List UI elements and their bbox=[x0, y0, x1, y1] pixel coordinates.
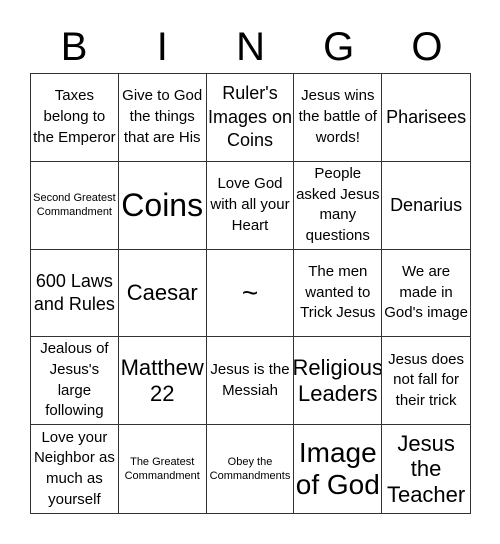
bingo-cell-text: Love God with all your Heart bbox=[210, 175, 290, 234]
bingo-cell-text: Jesus wins the battle of words! bbox=[298, 87, 377, 146]
bingo-cell[interactable]: The men wanted to Trick Jesus bbox=[294, 249, 383, 338]
bingo-cell[interactable]: Pharisees bbox=[382, 74, 470, 162]
bingo-cell-text: Denarius bbox=[390, 194, 463, 215]
bingo-cell-text: 600 Laws and Rules bbox=[33, 270, 115, 314]
bingo-cell[interactable]: Give to God the things that are His bbox=[118, 74, 207, 162]
bingo-cell[interactable]: Obey the Commandments bbox=[207, 425, 295, 513]
header-letter-g: G bbox=[323, 25, 355, 69]
header-letter-n: N bbox=[236, 25, 265, 69]
bingo-cell-text: Obey the Commandments bbox=[209, 455, 291, 483]
bingo-cell[interactable]: Jesus wins the battle of words! bbox=[294, 74, 383, 162]
bingo-cell-text: Coins bbox=[121, 187, 204, 224]
bingo-cell[interactable]: Jesus the Teacher bbox=[382, 425, 470, 513]
bingo-cell-text: Caesar bbox=[126, 280, 198, 306]
bingo-cell-text: The Greatest Commandment bbox=[124, 455, 200, 483]
bingo-cell[interactable]: The Greatest Commandment bbox=[119, 425, 207, 513]
bingo-cell-text: Jealous of Jesus's large following bbox=[40, 340, 109, 420]
bingo-cell-text: Give to God the things that are His bbox=[122, 87, 203, 146]
bingo-cell[interactable]: Love your Neighbor as much as yourself bbox=[31, 425, 119, 513]
bingo-cell-text: Image of God bbox=[295, 436, 380, 501]
bingo-cell-text: Taxes belong to the Emperor bbox=[33, 87, 116, 146]
bingo-cell[interactable]: Religious Leaders bbox=[294, 337, 383, 426]
bingo-cell[interactable]: Taxes belong to the Emperor bbox=[31, 74, 119, 162]
bingo-cell[interactable]: We are made in God's image bbox=[382, 250, 470, 338]
bingo-cell-text: People asked Jesus many questions bbox=[296, 164, 380, 244]
bingo-cell-text: Religious Leaders bbox=[294, 355, 383, 406]
bingo-cell-text: Love your Neighbor as much as yourself bbox=[33, 428, 115, 508]
bingo-cell-text: Second Greatest Commandment bbox=[33, 191, 116, 219]
bingo-cell-text: Matthew 22 bbox=[120, 355, 204, 406]
bingo-cell-text: Jesus does not fall for their trick bbox=[388, 350, 465, 410]
bingo-cell[interactable]: Love God with all your Heart bbox=[206, 161, 295, 250]
bingo-cell[interactable]: Denarius bbox=[382, 162, 470, 250]
bingo-cell[interactable]: 600 Laws and Rules bbox=[31, 249, 119, 338]
bingo-cell[interactable]: Ruler's Images on Coins bbox=[206, 74, 295, 162]
bingo-cell-text: ~ bbox=[241, 276, 259, 308]
bingo-cell[interactable]: People asked Jesus many questions bbox=[294, 161, 383, 250]
bingo-cell-text: Jesus is the Messiah bbox=[210, 361, 290, 399]
bingo-cell[interactable]: Jealous of Jesus's large following bbox=[31, 337, 119, 426]
bingo-cell-text: Jesus the Teacher bbox=[386, 431, 466, 507]
bingo-cell[interactable]: Jesus is the Messiah bbox=[206, 337, 295, 426]
bingo-cell[interactable]: Jesus does not fall for their trick bbox=[382, 337, 470, 426]
bingo-cell[interactable]: Caesar bbox=[118, 249, 207, 338]
bingo-cell[interactable]: ~ bbox=[206, 249, 295, 338]
bingo-cell-text: The men wanted to Trick Jesus bbox=[300, 262, 376, 322]
bingo-cell-text: We are made in God's image bbox=[384, 262, 468, 322]
header-letter-b: B bbox=[60, 25, 88, 69]
bingo-cell[interactable]: Second Greatest Commandment bbox=[31, 161, 119, 250]
header-letter-o: O bbox=[411, 25, 443, 69]
bingo-cell[interactable]: Image of God bbox=[294, 425, 383, 513]
bingo-cell[interactable]: Matthew 22 bbox=[118, 337, 207, 426]
bingo-header: B I N G O bbox=[30, 22, 471, 73]
bingo-cell-text: Ruler's Images on Coins bbox=[207, 83, 293, 151]
bingo-cell[interactable]: Coins bbox=[118, 161, 207, 250]
bingo-cell-text: Pharisees bbox=[386, 106, 467, 127]
header-letter-i: I bbox=[156, 25, 168, 69]
bingo-board: Taxes belong to the Emperor Give to God t… bbox=[30, 73, 471, 514]
